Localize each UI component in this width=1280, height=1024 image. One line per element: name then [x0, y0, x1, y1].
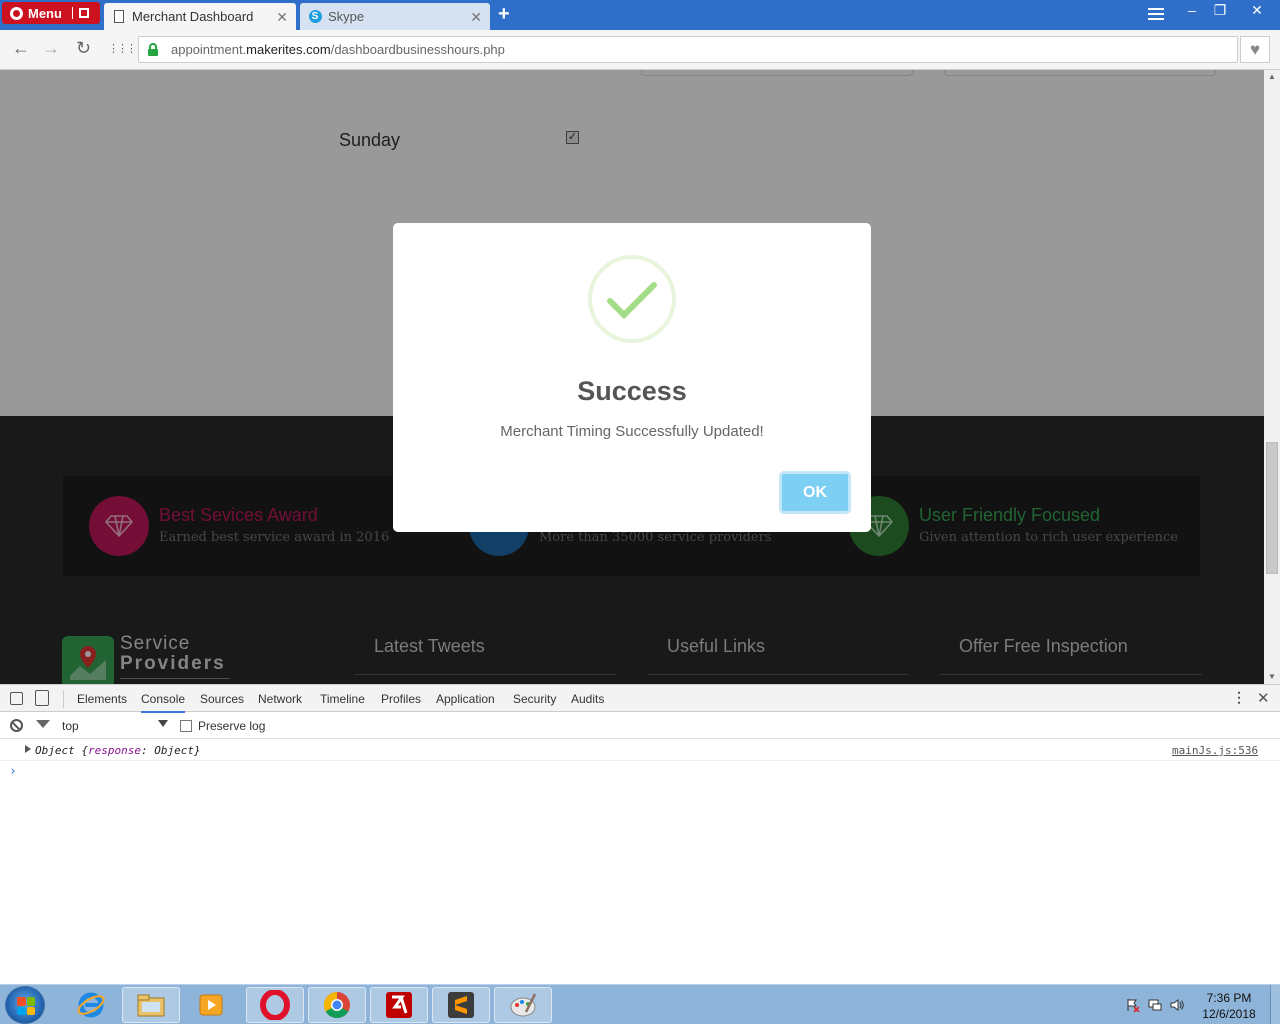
file-explorer-icon[interactable]: [122, 987, 180, 1023]
forward-button[interactable]: →: [42, 38, 60, 59]
tab-console[interactable]: Console: [141, 692, 186, 713]
dropdown-arrow-icon[interactable]: [158, 720, 168, 727]
expand-arrow-icon[interactable]: [25, 745, 31, 753]
devtools-panel: Elements Console Sources Network Timelin…: [0, 684, 1280, 984]
tab-merchant-dashboard[interactable]: Merchant Dashboard ✕: [104, 3, 296, 30]
window-controls: – ❐ ✕: [1178, 0, 1280, 22]
log-source-link[interactable]: mainJs.js:536: [1172, 744, 1258, 757]
clock-time[interactable]: 7:36 PM: [1195, 991, 1263, 1005]
bookmark-heart-button[interactable]: ♥: [1240, 36, 1270, 63]
tab-elements[interactable]: Elements: [77, 692, 127, 706]
console-log-row[interactable]: Object {response: Object} mainJs.js:536: [0, 741, 1280, 761]
tab-label: Merchant Dashboard: [132, 9, 254, 24]
close-tab-icon[interactable]: ✕: [276, 9, 288, 26]
menu-label: Menu: [28, 5, 62, 21]
checkmark-icon: [588, 255, 676, 343]
device-toolbar-icon[interactable]: [35, 690, 49, 706]
toolbar-divider: [63, 690, 64, 708]
close-devtools-icon[interactable]: ✕: [1257, 689, 1270, 707]
opera-logo-icon: [10, 6, 23, 20]
tab-application[interactable]: Application: [436, 692, 495, 706]
scrollbar-thumb[interactable]: [1266, 442, 1278, 574]
windows-logo-icon: [17, 997, 35, 1015]
opera-menu-button[interactable]: Menu: [2, 2, 100, 24]
close-tab-icon[interactable]: ✕: [470, 9, 482, 26]
maximize-button[interactable]: ❐: [1206, 0, 1234, 22]
reload-button[interactable]: ↻: [76, 38, 91, 59]
filezilla-icon[interactable]: [370, 987, 428, 1023]
lock-icon: [148, 43, 158, 56]
tab-profiles[interactable]: Profiles: [381, 692, 421, 706]
tab-skype[interactable]: S Skype ✕: [300, 3, 490, 30]
volume-icon[interactable]: [1170, 998, 1184, 1011]
internet-explorer-icon[interactable]: [62, 987, 120, 1023]
show-desktop-button[interactable]: [1270, 985, 1280, 1024]
tab-label: Skype: [328, 9, 365, 24]
opera-icon[interactable]: [246, 987, 304, 1023]
page-scrollbar[interactable]: ▲ ▼: [1264, 70, 1280, 684]
menu-separator: [71, 7, 73, 19]
address-toolbar: ← → ↻ ⋮⋮⋮ appointment. makerites.com/dash…: [0, 30, 1280, 70]
preserve-log-checkbox[interactable]: [180, 720, 192, 732]
start-button[interactable]: [5, 986, 45, 1024]
chrome-icon[interactable]: [308, 987, 366, 1023]
flag-icon: [78, 8, 89, 18]
clear-console-icon[interactable]: [10, 719, 23, 732]
inspect-element-icon[interactable]: [10, 692, 23, 705]
paint-icon[interactable]: [494, 987, 552, 1023]
context-select[interactable]: top: [62, 719, 79, 733]
success-dialog: Success Merchant Timing Successfully Upd…: [393, 223, 871, 532]
preserve-log-label: Preserve log: [198, 719, 266, 733]
tab-menu-icon[interactable]: [1148, 8, 1164, 22]
document-icon: [112, 10, 126, 24]
console-toolbar: top Preserve log: [0, 712, 1280, 739]
tab-timeline[interactable]: Timeline: [320, 692, 365, 706]
skype-icon: S: [308, 10, 322, 24]
url-input[interactable]: appointment. makerites.com/dashboardbusin…: [138, 36, 1238, 63]
url-path: /dashboardbusinesshours.php: [330, 42, 505, 57]
browser-tab-bar: Menu Merchant Dashboard ✕ S Skype ✕ + – …: [0, 0, 1280, 30]
tab-sources[interactable]: Sources: [200, 692, 244, 706]
media-player-icon[interactable]: [182, 987, 240, 1023]
new-tab-button[interactable]: +: [498, 3, 510, 26]
clock-date[interactable]: 12/6/2018: [1195, 1007, 1263, 1021]
ok-button[interactable]: OK: [779, 471, 851, 514]
more-options-icon[interactable]: ⋮: [1232, 689, 1246, 706]
url-host: makerites.com: [246, 42, 331, 57]
network-icon[interactable]: [1148, 998, 1162, 1011]
tab-security[interactable]: Security: [513, 692, 556, 706]
log-message: Object {response: Object}: [35, 744, 201, 757]
windows-taskbar: 7:36 PM 12/6/2018: [0, 984, 1280, 1024]
devtools-toolbar: Elements Console Sources Network Timelin…: [0, 684, 1280, 713]
tab-audits[interactable]: Audits: [571, 692, 604, 706]
speed-dial-button[interactable]: ⋮⋮⋮: [108, 42, 137, 55]
dialog-message: Merchant Timing Successfully Updated!: [500, 423, 764, 440]
url-prefix: appointment.: [171, 42, 247, 57]
minimize-button[interactable]: –: [1178, 0, 1206, 22]
scroll-up-icon[interactable]: ▲: [1264, 70, 1280, 84]
dialog-title: Success: [577, 376, 687, 406]
console-prompt[interactable]: ›: [9, 764, 17, 779]
filter-icon[interactable]: [36, 720, 50, 728]
close-window-button[interactable]: ✕: [1234, 0, 1280, 22]
sublime-text-icon[interactable]: [432, 987, 490, 1023]
tab-network[interactable]: Network: [258, 692, 302, 706]
scroll-down-icon[interactable]: ▼: [1264, 670, 1280, 684]
back-button[interactable]: ←: [12, 38, 30, 59]
flag-alert-icon[interactable]: [1126, 998, 1140, 1013]
